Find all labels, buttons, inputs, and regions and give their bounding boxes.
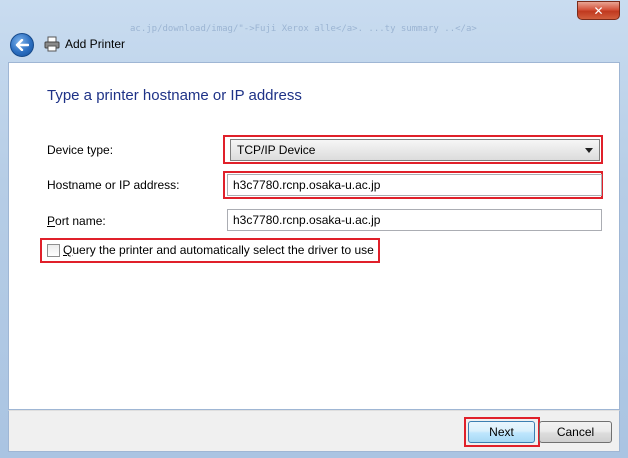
background-glass-text: ac.jp/download/imag/"->Fuji Xerox alle</… <box>130 24 477 34</box>
window-title: Add Printer <box>65 37 126 51</box>
back-arrow-icon <box>15 39 29 51</box>
next-button[interactable]: Next <box>468 421 535 443</box>
hostname-input[interactable] <box>227 174 602 196</box>
query-printer-checkbox[interactable] <box>47 244 60 257</box>
add-printer-window: ac.jp/download/imag/"->Fuji Xerox alle</… <box>0 0 628 458</box>
title-bar: ac.jp/download/imag/"->Fuji Xerox alle</… <box>0 0 628 62</box>
close-button[interactable]: ✕ <box>577 1 620 20</box>
close-icon: ✕ <box>593 3 604 18</box>
device-type-label: Device type: <box>47 143 114 157</box>
printer-icon <box>44 36 60 52</box>
page-heading: Type a printer hostname or IP address <box>47 87 302 104</box>
hostname-label: Hostname or IP address: <box>47 178 180 192</box>
chevron-down-icon <box>585 148 593 153</box>
device-type-select[interactable]: TCP/IP Device <box>230 139 600 161</box>
port-name-input[interactable] <box>227 209 602 231</box>
back-button[interactable] <box>10 33 34 57</box>
query-printer-label[interactable]: Query the printer and automatically sele… <box>63 243 374 257</box>
port-name-label: Port name: <box>47 214 106 228</box>
device-type-value: TCP/IP Device <box>237 143 316 157</box>
cancel-button[interactable]: Cancel <box>539 421 612 443</box>
wizard-content: Type a printer hostname or IP address De… <box>8 62 620 410</box>
button-bar: Next Cancel <box>8 410 620 452</box>
